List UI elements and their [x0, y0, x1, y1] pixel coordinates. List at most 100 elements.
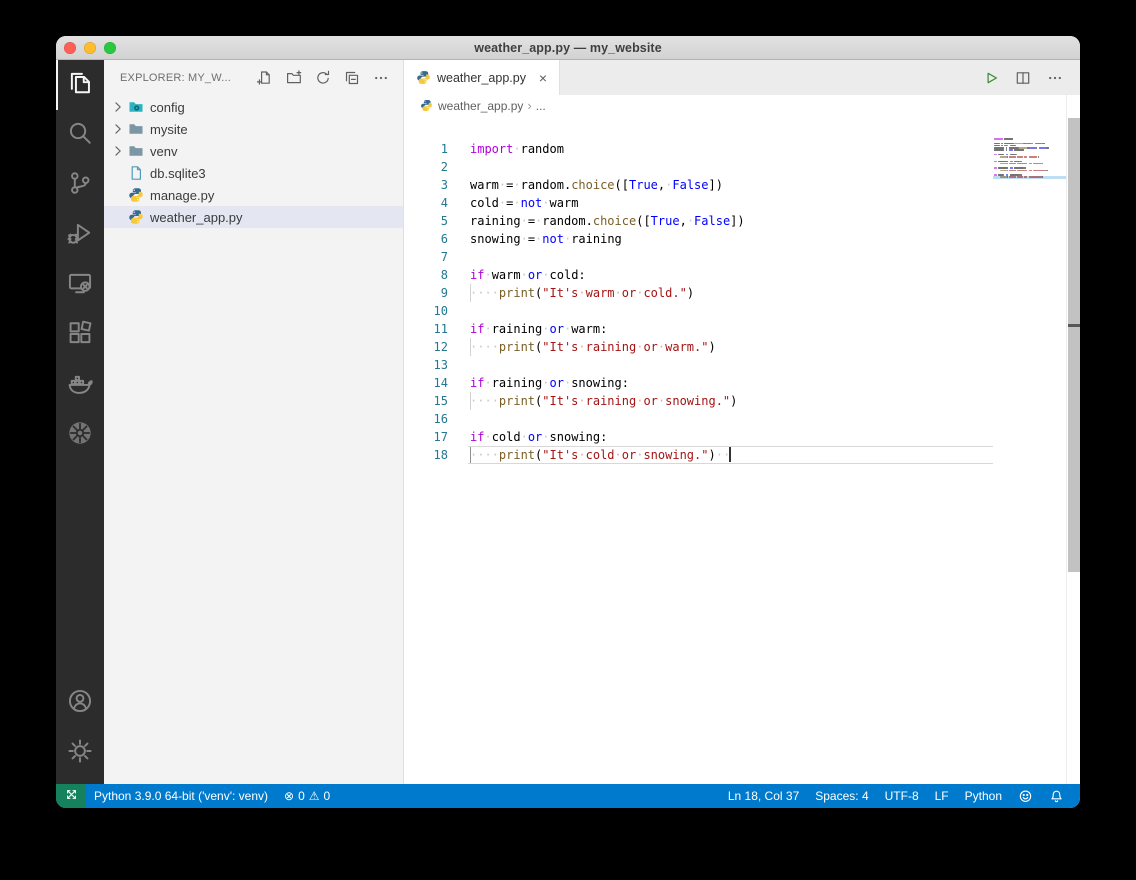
status-encoding[interactable]: UTF-8 — [877, 784, 927, 808]
more-actions-button[interactable] — [1047, 70, 1063, 86]
activity-explorer[interactable] — [56, 60, 104, 110]
more-actions-icon[interactable] — [373, 70, 389, 86]
code-token: snowing." — [643, 448, 708, 462]
split-editor-button[interactable] — [1015, 70, 1031, 86]
minimap-line-mark — [1017, 170, 1027, 172]
tab-close-icon[interactable]: × — [537, 70, 549, 86]
problems-status[interactable]: ⊗0 ⚠0 — [276, 784, 338, 808]
indent-guide — [470, 284, 471, 302]
minimap-line-mark — [1009, 149, 1013, 151]
collapse-all-icon[interactable] — [344, 70, 360, 86]
code-token: print — [499, 448, 535, 462]
python-interpreter-status[interactable]: Python 3.9.0 64-bit ('venv': venv) — [86, 784, 276, 808]
remote-indicator[interactable] — [56, 784, 86, 808]
code-token: not — [521, 196, 543, 210]
whitespace-dots: · — [521, 214, 528, 228]
code-line-6: snowing·=·not·raining — [468, 230, 993, 248]
code-token: print — [499, 340, 535, 354]
activity-docker[interactable] — [56, 360, 104, 410]
activity-kubernetes[interactable] — [56, 410, 104, 460]
code-line-18: ····print("It's·cold·or·snowing.")·· — [468, 446, 993, 464]
minimap-line-mark — [1014, 167, 1024, 169]
tree-item-config[interactable]: config — [104, 96, 403, 118]
activity-run-and-debug[interactable] — [56, 210, 104, 260]
whitespace-dots: ·· — [716, 448, 730, 462]
status-indentation[interactable]: Spaces: 4 — [807, 784, 876, 808]
minimap-line-mark — [1036, 147, 1037, 149]
line-number: 10 — [404, 302, 448, 320]
code-editor[interactable]: import·randomwarm·=·random.choice([True,… — [468, 140, 993, 464]
breadcrumb-file[interactable]: weather_app.py — [438, 99, 523, 113]
whitespace-dots: · — [513, 142, 520, 156]
status-language-mode[interactable]: Python — [957, 784, 1010, 808]
code-line-14: if·raining·or·snowing: — [468, 374, 993, 392]
new-file-icon[interactable] — [257, 70, 273, 86]
run-python-file-button[interactable] — [983, 70, 999, 86]
error-count: 0 — [298, 789, 305, 803]
whitespace-dots: ···· — [470, 448, 499, 462]
code-token: ) — [708, 448, 715, 462]
code-line-8: if·warm·or·cold: — [468, 266, 993, 284]
whitespace-dots: · — [521, 232, 528, 246]
new-folder-icon[interactable] — [286, 70, 302, 86]
tree-item-mysite[interactable]: mysite — [104, 118, 403, 140]
code-token: choice — [571, 178, 614, 192]
window-title: weather_app.py — my_website — [56, 36, 1080, 60]
tree-item-venv[interactable]: venv — [104, 140, 403, 162]
code-token: cold — [492, 430, 521, 444]
tree-item-db-sqlite3[interactable]: db.sqlite3 — [104, 162, 403, 184]
minimap-line-mark — [1004, 138, 1013, 140]
activity-accounts[interactable] — [56, 678, 104, 728]
python-icon — [420, 99, 433, 112]
minimap[interactable] — [993, 138, 1066, 198]
status-eol[interactable]: LF — [927, 784, 957, 808]
code-token: raining — [492, 322, 543, 336]
activity-extensions[interactable] — [56, 310, 104, 360]
code-token: : — [600, 430, 607, 444]
code-token: warm — [586, 286, 615, 300]
chevron-right-icon: › — [527, 98, 531, 113]
status-notifications[interactable] — [1041, 784, 1072, 808]
refresh-icon[interactable] — [315, 70, 331, 86]
code-token: warm." — [665, 340, 708, 354]
activity-source-control[interactable] — [56, 160, 104, 210]
line-number: 4 — [404, 194, 448, 212]
tree-item-weather_app-py[interactable]: weather_app.py — [104, 206, 403, 228]
code-token: or — [622, 448, 636, 462]
code-token: ([ — [636, 214, 650, 228]
code-token: raining — [586, 394, 637, 408]
code-line-3: warm·=·random.choice([True,·False]) — [468, 176, 993, 194]
status-cursor-position[interactable]: Ln 18, Col 37 — [720, 784, 807, 808]
minimap-line-mark — [1032, 143, 1033, 145]
tab-weather-app[interactable]: weather_app.py × — [404, 60, 560, 95]
minimap-line-mark — [1019, 147, 1028, 149]
breadcrumb-more[interactable]: ... — [536, 99, 546, 113]
code-token: : — [578, 268, 585, 282]
activity-search[interactable] — [56, 110, 104, 160]
minimap-line-mark — [1004, 143, 1014, 145]
minimap-line-mark — [1010, 145, 1016, 147]
minimap-line-mark — [994, 145, 1000, 147]
minimap-line-mark — [1046, 147, 1049, 149]
minimap-line-mark — [1009, 170, 1016, 172]
minimap-line-mark — [1014, 143, 1023, 145]
status-feedback[interactable] — [1010, 784, 1041, 808]
vscode-window: weather_app.py — my_website EXPLORER: MY… — [56, 36, 1080, 808]
code-line-17: if·cold·or·snowing: — [468, 428, 993, 446]
minimap-line-mark — [1004, 145, 1008, 147]
kubernetes-icon — [67, 420, 93, 451]
line-number: 2 — [404, 158, 448, 176]
minimap-line-mark — [1000, 163, 1007, 165]
tree-item-manage-py[interactable]: manage.py — [104, 184, 403, 206]
activity-remote-explorer[interactable] — [56, 260, 104, 310]
code-token: warm — [550, 196, 579, 210]
code-token: or — [622, 286, 636, 300]
chevron-right-icon — [110, 121, 126, 137]
activity-settings[interactable] — [56, 728, 104, 778]
code-token: or — [550, 376, 564, 390]
code-line-2 — [468, 158, 993, 176]
file-icon — [128, 165, 144, 181]
scrollbar-thumb[interactable] — [1068, 118, 1080, 572]
minimap-line-mark — [1000, 170, 1007, 172]
minimap-line-mark — [1017, 176, 1023, 178]
